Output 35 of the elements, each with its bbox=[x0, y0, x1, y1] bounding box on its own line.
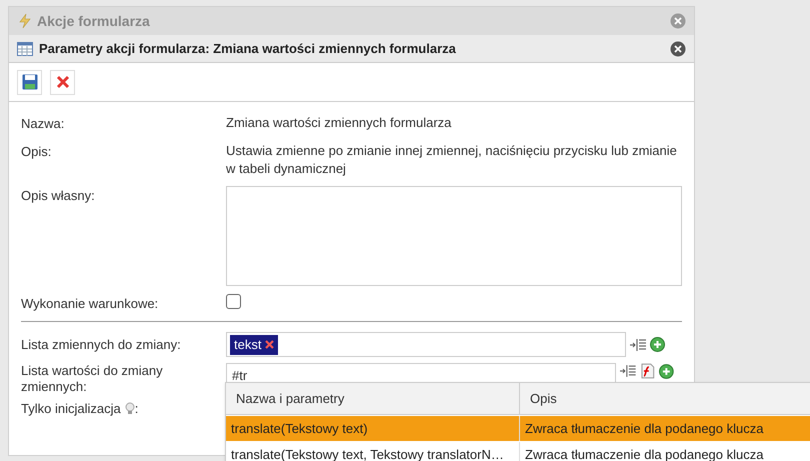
close-icon bbox=[56, 75, 70, 89]
column-header: Opis bbox=[529, 390, 558, 408]
add-icon[interactable] bbox=[659, 364, 674, 378]
dialog-title: Parametry akcji formularza: Zmiana wartości zmiennych formularza bbox=[39, 40, 456, 58]
suggestion-description: Zwraca tłumaczenie dla podanego klucza bbox=[524, 420, 764, 438]
function-icon[interactable] bbox=[640, 363, 656, 379]
variables-field[interactable]: tekst bbox=[226, 332, 626, 357]
window-title: Akcje formularza bbox=[37, 12, 150, 31]
field-label: Lista zmiennych do zmiany: bbox=[21, 336, 182, 354]
field-label: Lista wartości do zmiany zmiennych: bbox=[21, 363, 164, 395]
field-label: Tylko inicjalizacja bbox=[21, 400, 121, 418]
suggestion-row[interactable]: translate(Tekstowy text) Zwraca tłumaczenie dla podanego klucza bbox=[226, 416, 810, 441]
add-icon[interactable] bbox=[650, 337, 665, 352]
field-value: Zmiana wartości zmiennych formularza bbox=[226, 114, 452, 132]
field-label: Opis własny: bbox=[21, 186, 96, 205]
lightbulb-icon bbox=[124, 402, 135, 416]
cancel-button[interactable] bbox=[50, 70, 75, 94]
label-colon: : bbox=[134, 400, 138, 418]
variable-tag: tekst bbox=[230, 334, 278, 354]
save-icon bbox=[22, 74, 38, 90]
lightning-icon bbox=[17, 13, 33, 29]
checkbox[interactable] bbox=[226, 294, 241, 308]
list-insert-icon[interactable] bbox=[630, 338, 646, 352]
list-insert-icon[interactable] bbox=[620, 364, 636, 378]
field-value: Ustawia zmienne po zmianie innej zmiennej, naciśnięciu przycisku lub zmianie w tabeli dynamicznej bbox=[226, 142, 678, 178]
description-field[interactable] bbox=[226, 186, 682, 286]
field-label: Opis: bbox=[21, 142, 52, 161]
column-header: Nazwa i parametry bbox=[226, 383, 520, 414]
field-label: Wykonanie warunkowe: bbox=[21, 294, 160, 313]
close-icon[interactable] bbox=[670, 40, 686, 56]
table-icon bbox=[17, 42, 33, 56]
field-label: Nazwa: bbox=[21, 115, 66, 133]
save-button[interactable] bbox=[17, 70, 42, 94]
remove-icon[interactable] bbox=[265, 340, 274, 349]
suggestion-name: translate(Tekstowy text) bbox=[226, 416, 520, 441]
